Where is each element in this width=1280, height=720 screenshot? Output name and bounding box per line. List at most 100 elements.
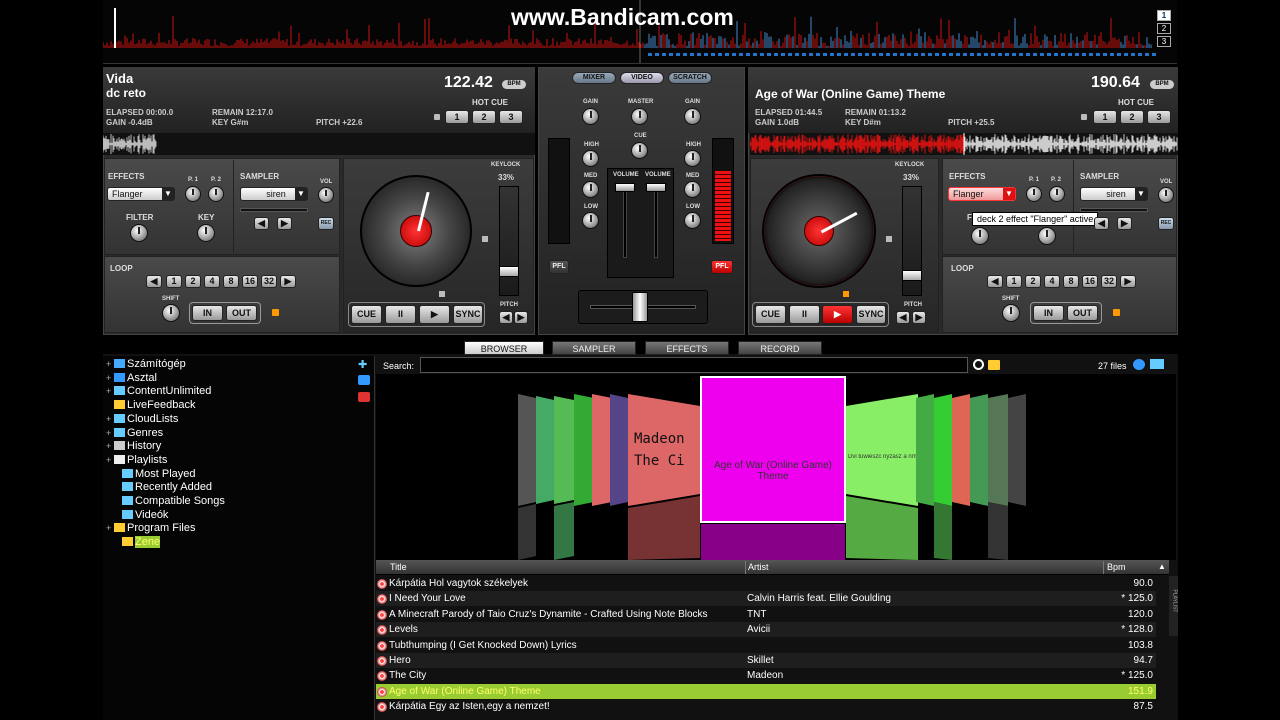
tab-record[interactable]: RECORD [738,341,822,355]
deck1-key-knob[interactable] [197,224,215,242]
deck2-effect-p1-knob[interactable] [1026,186,1042,202]
mixer-cue-knob[interactable] [631,142,648,159]
deck2-loop-out[interactable]: OUT [1067,305,1098,321]
deck2-loop-1[interactable]: 1 [1006,275,1022,288]
deck2-waveform[interactable] [749,133,1178,155]
search-icon[interactable] [973,359,984,370]
deck1-rec-button[interactable]: REC [318,217,334,230]
deck2-effect-p2-knob[interactable] [1049,186,1065,202]
monitor-icon[interactable] [1150,359,1164,369]
deck2-loop-prev[interactable]: ◀ [987,275,1003,288]
mixer-gain-right-knob[interactable] [684,108,701,125]
mixer-med-right-knob[interactable] [684,181,701,198]
deck1-effect-select[interactable]: Flanger ▼ [107,187,175,201]
deck1-bpm-badge[interactable]: BPM [502,80,526,89]
mixer-pfl-right[interactable]: PFL [711,260,733,274]
table-row[interactable]: Levels Avicii * 128.0 [376,622,1156,638]
deck2-pause-button[interactable]: II [789,305,820,324]
tree-item[interactable]: + Genres [106,426,163,440]
tree-expand-icon[interactable]: + [106,439,114,453]
scroll-up-icon[interactable]: ▲ [1158,562,1166,571]
deck1-cue-button[interactable]: CUE [351,305,382,324]
deck2-play-button[interactable]: ▶ [822,305,853,324]
tree-item[interactable]: Compatible Songs [114,494,225,508]
deck1-play-button[interactable]: ▶ [419,305,450,324]
column-header-artist[interactable]: Artist [748,562,769,572]
tree-item[interactable]: LiveFeedback [106,398,196,412]
tree-item[interactable]: + History [106,439,161,453]
deck2-key-knob[interactable] [1038,227,1056,245]
deck1-loop-next[interactable]: ▶ [280,275,296,288]
mixer-med-left-knob[interactable] [582,181,599,198]
deck2-loop-8[interactable]: 8 [1063,275,1079,288]
deck-select-1[interactable]: 1 [1157,10,1171,21]
waveform-overview[interactable]: www.Bandicam.com [103,0,1177,64]
deck1-sampler-vol-knob[interactable] [318,187,334,203]
deck1-loop-4[interactable]: 4 [204,275,220,288]
tab-browser[interactable]: BROWSER [464,341,544,355]
deck1-hotcue-1[interactable]: 1 [445,110,469,124]
tree-item[interactable]: + Playlists [106,453,167,467]
tab-effects[interactable]: EFFECTS [645,341,729,355]
deck1-sample-next[interactable]: ▶ [277,217,292,230]
deck2-loop-16[interactable]: 16 [1082,275,1098,288]
column-header-title[interactable]: Title [390,562,407,572]
mixer-low-left-knob[interactable] [582,212,599,229]
tree-expand-icon[interactable]: + [106,384,114,398]
tree-item[interactable]: Zene [114,535,161,549]
deck2-sample-next[interactable]: ▶ [1117,217,1132,230]
deck1-sync-button[interactable]: SYNC [453,305,483,324]
deck2-sample-prev[interactable]: ◀ [1094,217,1109,230]
tree-expand-icon[interactable]: + [106,357,114,371]
coverflow[interactable]: Madeon The Ci Age of War (Online Game) T… [376,374,1176,560]
tree-expand-icon[interactable]: + [106,371,114,385]
tree-item[interactable]: Recently Added [114,480,212,494]
column-header-bpm[interactable]: Bpm [1107,562,1126,572]
mixer-high-left-knob[interactable] [582,150,599,167]
table-row[interactable]: Kárpátia Hol vagytok székelyek 90.0 [376,576,1156,591]
remove-folder-icon[interactable] [358,392,370,402]
deck-select-2[interactable]: 2 [1157,23,1171,34]
deck1-hotcue-3[interactable]: 3 [499,110,523,124]
deck2-jog-wheel[interactable] [762,174,876,288]
search-input[interactable] [420,357,968,373]
deck1-loop-in[interactable]: IN [192,305,223,321]
mixer-tab-video[interactable]: VIDEO [620,72,664,84]
deck2-sample-select[interactable]: siren ▼ [1080,187,1148,201]
tree-expand-icon[interactable]: + [106,412,114,426]
deck2-cue-button[interactable]: CUE [755,305,786,324]
deck2-loop-in[interactable]: IN [1033,305,1064,321]
mixer-tab-mixer[interactable]: MIXER [572,72,616,84]
deck2-loop-next[interactable]: ▶ [1120,275,1136,288]
deck-select-3[interactable]: 3 [1157,36,1171,47]
deck2-pitch-down[interactable]: ◀ [896,311,910,324]
deck2-hotcue-3[interactable]: 3 [1147,110,1171,124]
tree-item[interactable]: + Asztal [106,371,157,385]
deck1-sample-select[interactable]: siren ▼ [240,187,308,201]
deck1-loop-32[interactable]: 32 [261,275,277,288]
table-row[interactable]: The City Madeon * 125.0 [376,668,1156,683]
deck-selector[interactable]: 1 2 3 [1157,10,1171,47]
deck1-hotcue-2[interactable]: 2 [472,110,496,124]
tree-expand-icon[interactable]: + [106,521,114,535]
deck1-effect-p2-knob[interactable] [208,186,224,202]
table-row[interactable]: I Need Your Love Calvin Harris feat. Elli… [376,591,1156,607]
deck1-loop-2[interactable]: 2 [185,275,201,288]
deck2-pitch-slider[interactable] [902,270,922,281]
tree-item[interactable]: Videók [114,508,168,522]
mixer-high-right-knob[interactable] [684,150,701,167]
deck1-effect-p1-knob[interactable] [185,186,201,202]
crossfader-knob[interactable] [632,292,648,322]
tree-expand-icon[interactable]: + [106,453,114,467]
deck1-loop-8[interactable]: 8 [223,275,239,288]
deck2-loop-2[interactable]: 2 [1025,275,1041,288]
table-row[interactable]: Age of War (Online Game) Theme 151.9 [376,683,1156,699]
deck1-waveform[interactable] [102,133,535,155]
deck1-pitch-down[interactable]: ◀ [499,311,513,324]
tree-item[interactable]: + Program Files [106,521,195,535]
mixer-gain-left-knob[interactable] [582,108,599,125]
mixer-tab-scratch[interactable]: SCRATCH [668,72,712,84]
deck2-bpm-badge[interactable]: BPM [1150,80,1174,89]
tab-sampler[interactable]: SAMPLER [552,341,636,355]
deck1-filter-knob[interactable] [130,224,148,242]
